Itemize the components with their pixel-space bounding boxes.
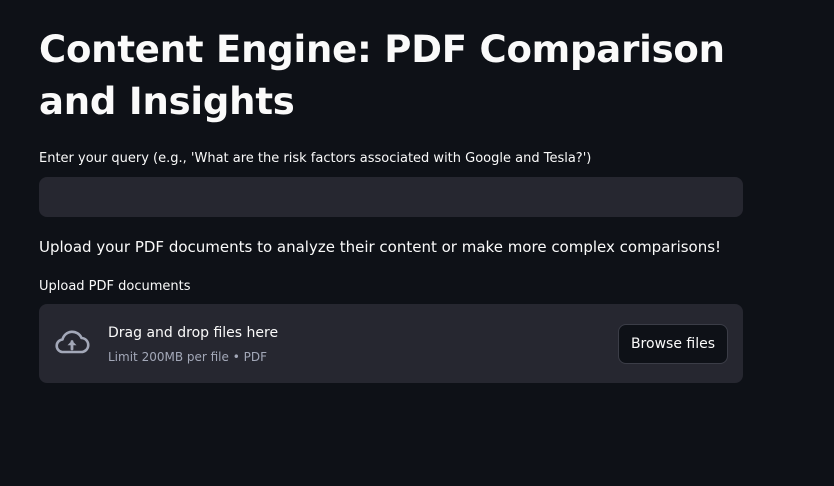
- upload-info-text: Upload your PDF documents to analyze the…: [39, 238, 722, 256]
- cloud-upload-icon: [53, 326, 91, 360]
- app-page: Content Engine: PDF Comparison and Insig…: [0, 0, 834, 486]
- query-input[interactable]: [39, 177, 743, 217]
- dropzone-text: Drag and drop files here Limit 200MB per…: [108, 323, 278, 365]
- query-label: Enter your query (e.g., 'What are the ri…: [39, 151, 592, 166]
- main-content: Content Engine: PDF Comparison and Insig…: [39, 24, 743, 383]
- browse-files-button[interactable]: Browse files: [617, 324, 728, 364]
- dropzone-limit: Limit 200MB per file • PDF: [108, 350, 267, 364]
- page-title: Content Engine: PDF Comparison and Insig…: [39, 28, 725, 123]
- upload-label: Upload PDF documents: [39, 279, 191, 294]
- file-dropzone[interactable]: Drag and drop files here Limit 200MB per…: [39, 304, 743, 383]
- dropzone-title: Drag and drop files here: [108, 325, 279, 341]
